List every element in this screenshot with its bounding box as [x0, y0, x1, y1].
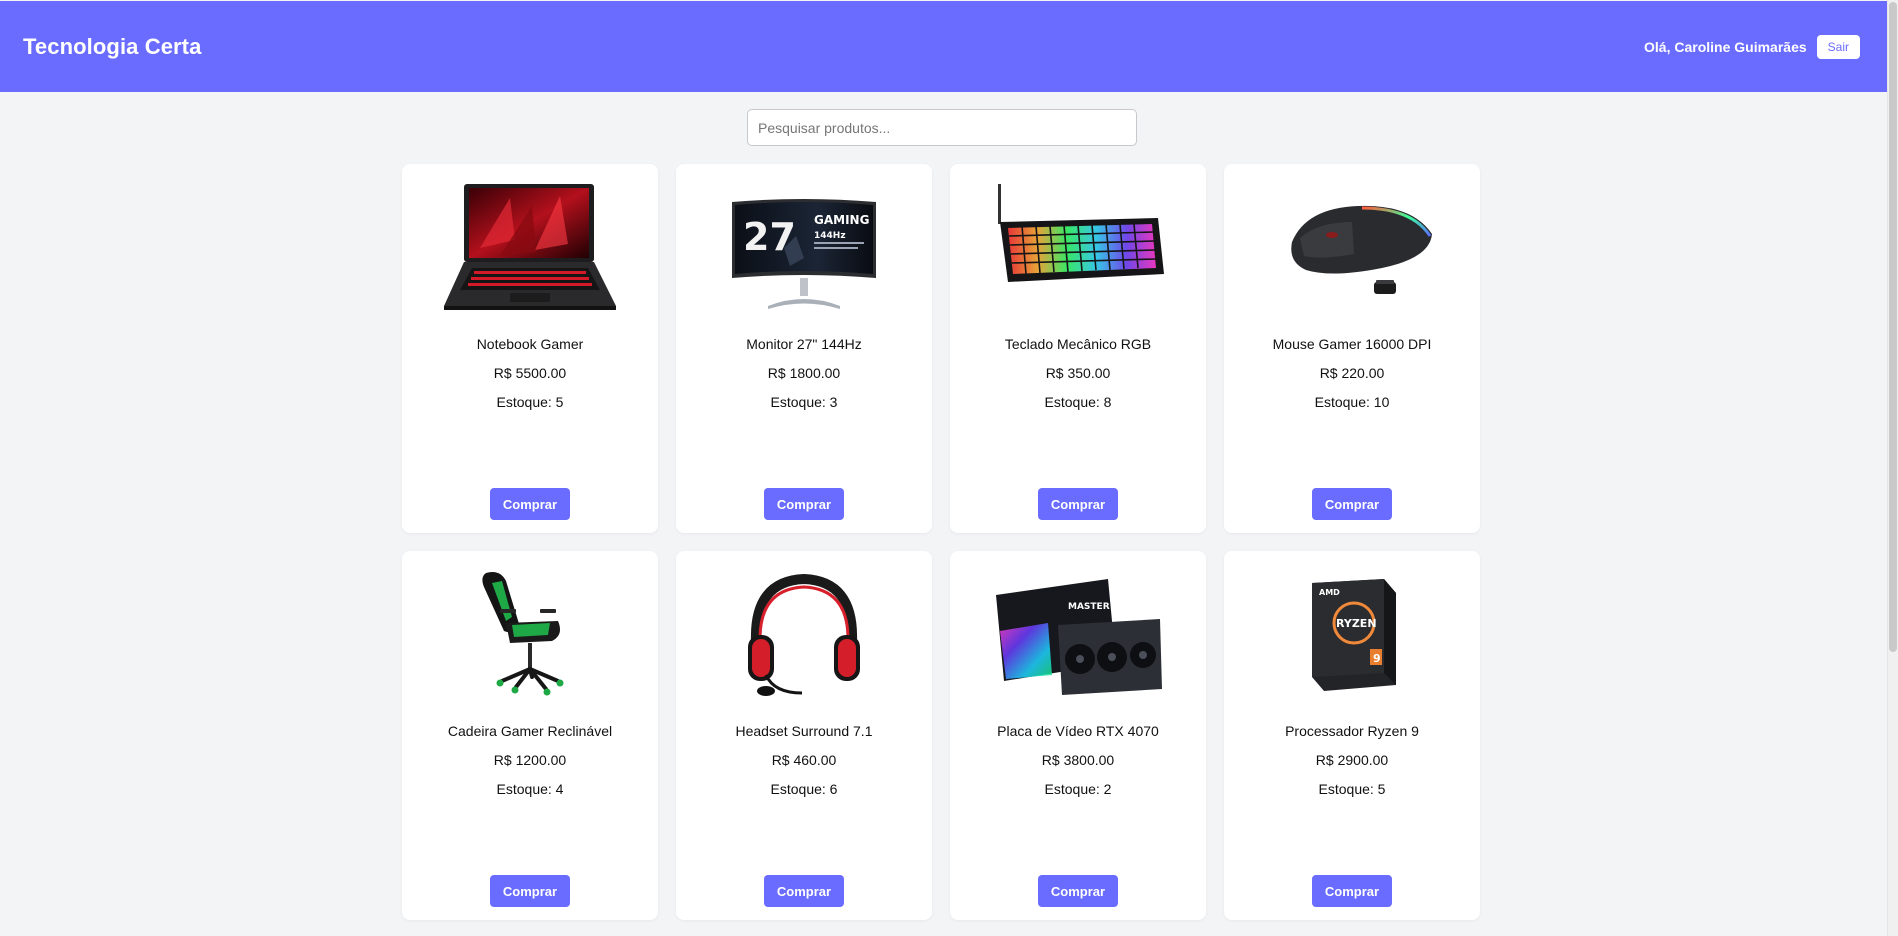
- cpu-image: AMD RYZEN 9: [1262, 565, 1442, 705]
- buy-button[interactable]: Comprar: [1038, 488, 1118, 520]
- buy-button[interactable]: Comprar: [1312, 488, 1392, 520]
- product-price: R$ 3800.00: [1041, 752, 1115, 768]
- logout-button[interactable]: Sair: [1816, 34, 1860, 59]
- product-price: R$ 350.00: [1045, 365, 1111, 381]
- product-stock: Estoque: 8: [1044, 394, 1112, 410]
- product-name: Placa de Vídeo RTX 4070: [997, 723, 1159, 739]
- product-card: MASTER Placa de Vídeo RTX 4070 R$ 3800.0…: [950, 551, 1206, 920]
- product-grid: Notebook Gamer R$ 5500.00 Estoque: 5 Com…: [402, 164, 1480, 920]
- gpu-box-label: MASTER: [1068, 602, 1110, 612]
- product-name: Monitor 27" 144Hz: [746, 336, 862, 352]
- buy-button[interactable]: Comprar: [764, 875, 844, 907]
- product-card: Notebook Gamer R$ 5500.00 Estoque: 5 Com…: [402, 164, 658, 533]
- product-stock: Estoque: 2: [1044, 781, 1112, 797]
- product-name: Mouse Gamer 16000 DPI: [1272, 336, 1432, 352]
- product-stock: Estoque: 4: [496, 781, 564, 797]
- laptop-image: [440, 178, 620, 318]
- buy-button[interactable]: Comprar: [1312, 875, 1392, 907]
- buy-button[interactable]: Comprar: [1038, 875, 1118, 907]
- monitor-image: 27 GAMING 144Hz: [714, 178, 894, 318]
- product-price: R$ 460.00: [771, 752, 837, 768]
- product-name: Cadeira Gamer Reclinável: [447, 723, 613, 739]
- product-card: Headset Surround 7.1 R$ 460.00 Estoque: …: [676, 551, 932, 920]
- headset-image: [714, 565, 894, 705]
- user-area: Olá, Caroline Guimarães Sair: [1644, 34, 1860, 59]
- product-price: R$ 2900.00: [1315, 752, 1389, 768]
- cpu-model-label: RYZEN: [1336, 617, 1377, 630]
- keyboard-image: [988, 178, 1168, 318]
- product-card: 27 GAMING 144Hz Monitor 27" 144Hz R$ 180…: [676, 164, 932, 533]
- product-stock: Estoque: 5: [496, 394, 564, 410]
- monitor-gaming-label: GAMING: [814, 213, 869, 227]
- product-card: AMD RYZEN 9 Processador Ryzen 9 R$ 2900.…: [1224, 551, 1480, 920]
- monitor-hz-label: 144Hz: [814, 231, 846, 241]
- scrollbar-thumb[interactable]: [1889, 2, 1897, 652]
- product-name: Teclado Mecânico RGB: [1004, 336, 1152, 352]
- brand-title: Tecnologia Certa: [23, 33, 202, 59]
- page: Tecnologia Certa Olá, Caroline Guimarães…: [0, 0, 1888, 936]
- product-price: R$ 1200.00: [493, 752, 567, 768]
- search-input[interactable]: [747, 109, 1137, 146]
- chair-image: [440, 565, 620, 705]
- cpu-brand-label: AMD: [1319, 588, 1340, 597]
- product-card: Teclado Mecânico RGB R$ 350.00 Estoque: …: [950, 164, 1206, 533]
- user-greeting: Olá, Caroline Guimarães: [1644, 38, 1807, 55]
- buy-button[interactable]: Comprar: [490, 875, 570, 907]
- product-price: R$ 1800.00: [767, 365, 841, 381]
- product-card: Cadeira Gamer Reclinável R$ 1200.00 Esto…: [402, 551, 658, 920]
- product-name: Processador Ryzen 9: [1285, 723, 1419, 739]
- top-bar: Tecnologia Certa Olá, Caroline Guimarães…: [0, 1, 1888, 92]
- gpu-image: MASTER: [988, 565, 1168, 705]
- page-scrollbar[interactable]: [1887, 0, 1898, 936]
- buy-button[interactable]: Comprar: [490, 488, 570, 520]
- product-stock: Estoque: 3: [770, 394, 838, 410]
- product-price: R$ 5500.00: [493, 365, 567, 381]
- product-name: Notebook Gamer: [476, 336, 584, 352]
- product-card: Mouse Gamer 16000 DPI R$ 220.00 Estoque:…: [1224, 164, 1480, 533]
- product-stock: Estoque: 5: [1318, 781, 1386, 797]
- mouse-image: [1262, 178, 1442, 318]
- product-stock: Estoque: 6: [770, 781, 838, 797]
- product-name: Headset Surround 7.1: [735, 723, 873, 739]
- buy-button[interactable]: Comprar: [764, 488, 844, 520]
- product-price: R$ 220.00: [1319, 365, 1385, 381]
- cpu-tier-label: 9: [1373, 652, 1381, 665]
- product-stock: Estoque: 10: [1314, 394, 1390, 410]
